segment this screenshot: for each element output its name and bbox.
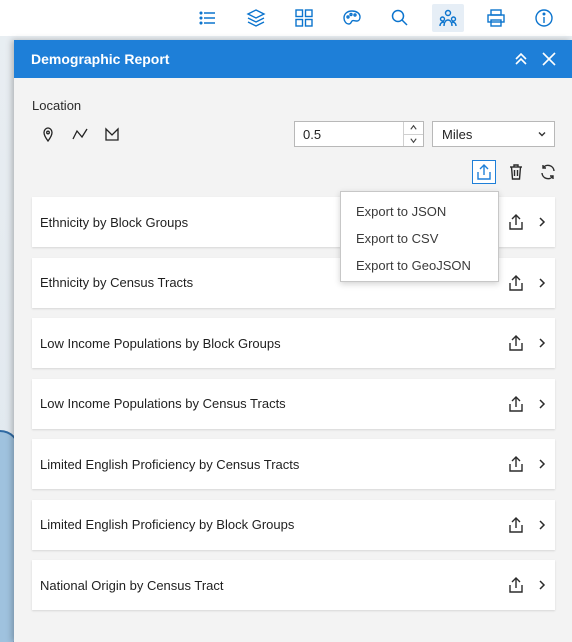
distance-value: 0.5 bbox=[303, 126, 322, 142]
report-label: Low Income Populations by Census Tracts bbox=[40, 396, 286, 411]
report-label: National Origin by Census Tract bbox=[40, 577, 224, 593]
export-menu-item[interactable]: Export to JSON bbox=[341, 198, 498, 225]
report-label: Limited English Proficiency by Block Gro… bbox=[40, 517, 295, 532]
grid-icon[interactable] bbox=[288, 4, 320, 32]
units-select[interactable]: Miles bbox=[432, 121, 555, 147]
chevron-right-icon[interactable] bbox=[535, 276, 549, 290]
distance-stepper bbox=[403, 122, 423, 146]
report-item[interactable]: Limited English Proficiency by Block Gro… bbox=[32, 499, 555, 550]
chevron-down-icon bbox=[538, 132, 546, 137]
panel-title: Demographic Report bbox=[31, 51, 170, 67]
report-item[interactable]: National Origin by Census Tract bbox=[32, 560, 555, 610]
export-icon[interactable] bbox=[505, 393, 527, 415]
chevron-right-icon[interactable] bbox=[535, 215, 549, 229]
units-value: Miles bbox=[442, 126, 473, 142]
collapse-icon[interactable] bbox=[510, 48, 532, 70]
export-icon[interactable] bbox=[505, 514, 527, 536]
demographic-icon[interactable] bbox=[432, 4, 464, 32]
search-icon[interactable] bbox=[384, 4, 416, 32]
draw-tools bbox=[38, 124, 134, 144]
export-menu-item[interactable]: Export to GeoJSON bbox=[341, 252, 498, 279]
export-icon[interactable] bbox=[505, 332, 527, 354]
point-draw-icon[interactable] bbox=[38, 124, 58, 144]
trash-icon[interactable] bbox=[504, 160, 528, 184]
demographic-report-panel: Demographic Report Location 0.5 Miles Et… bbox=[14, 40, 572, 642]
panel-header: Demographic Report bbox=[14, 40, 572, 78]
chevron-right-icon[interactable] bbox=[535, 578, 549, 592]
info-icon[interactable] bbox=[528, 4, 560, 32]
top-toolbar bbox=[0, 0, 572, 36]
list-icon[interactable] bbox=[192, 4, 224, 32]
chevron-right-icon[interactable] bbox=[535, 518, 549, 532]
layers-icon[interactable] bbox=[240, 4, 272, 32]
report-item[interactable]: Low Income Populations by Block Groups bbox=[32, 318, 555, 368]
print-icon[interactable] bbox=[480, 4, 512, 32]
close-icon[interactable] bbox=[538, 48, 560, 70]
chevron-right-icon[interactable] bbox=[535, 397, 549, 411]
export-icon[interactable] bbox=[505, 211, 527, 233]
chevron-right-icon[interactable] bbox=[535, 457, 549, 471]
polygon-draw-icon[interactable] bbox=[102, 124, 122, 144]
location-label: Location bbox=[32, 98, 82, 113]
report-label: Limited English Proficiency by Census Tr… bbox=[40, 456, 300, 472]
export-all-button[interactable] bbox=[472, 160, 496, 184]
export-icon[interactable] bbox=[505, 272, 527, 294]
chevron-right-icon[interactable] bbox=[535, 336, 549, 350]
export-icon[interactable] bbox=[505, 574, 527, 596]
refresh-icon[interactable] bbox=[536, 160, 560, 184]
palette-icon[interactable] bbox=[336, 4, 368, 32]
report-item[interactable]: Limited English Proficiency by Census Tr… bbox=[32, 439, 555, 489]
export-menu: Export to JSON Export to CSV Export to Geo… bbox=[340, 191, 499, 282]
report-label: Low Income Populations by Block Groups bbox=[40, 335, 281, 351]
export-menu-item[interactable]: Export to CSV bbox=[341, 225, 498, 252]
stepper-down-icon[interactable] bbox=[404, 135, 423, 147]
action-row bbox=[464, 160, 560, 184]
report-item[interactable]: Low Income Populations by Census Tracts bbox=[32, 378, 555, 429]
export-icon[interactable] bbox=[505, 453, 527, 475]
distance-input[interactable]: 0.5 bbox=[294, 121, 424, 147]
stepper-up-icon[interactable] bbox=[404, 122, 423, 135]
polyline-draw-icon[interactable] bbox=[70, 124, 90, 144]
